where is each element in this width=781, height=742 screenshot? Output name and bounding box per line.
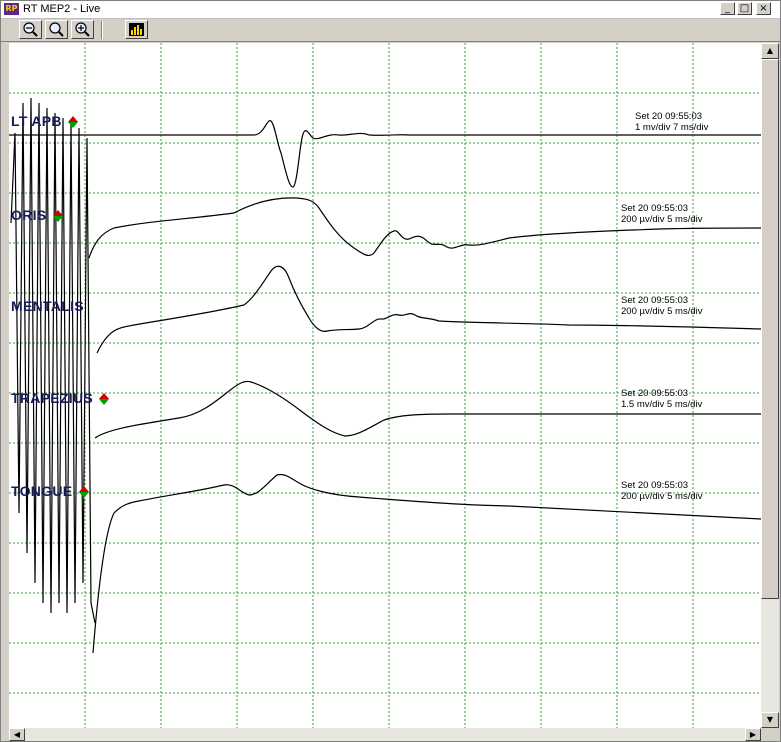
vertical-scrollbar[interactable]: ▲ ▼ xyxy=(761,43,779,728)
polarity-arrow-icon[interactable] xyxy=(52,210,63,223)
horizontal-scrollbar[interactable]: ◀ ▶ xyxy=(9,728,761,741)
scroll-thumb[interactable] xyxy=(761,59,779,599)
zoom-out-icon xyxy=(49,22,64,37)
zoom-out-button[interactable] xyxy=(45,20,68,39)
app-icon: RP xyxy=(4,3,19,15)
stimulus-artifact-trace xyxy=(10,97,96,624)
channel-scale: 1.5 mv/div 5 ms/div xyxy=(621,399,703,410)
channel-timestamp: Set 20 09:55:03 xyxy=(621,203,689,214)
channel-scale: 200 µv/div 5 ms/div xyxy=(621,491,703,502)
channel-timestamp: Set 20 09:55:03 xyxy=(635,111,703,122)
channel-info-oris: Set 20 09:55:03 200 µv/div 5 ms/div xyxy=(621,203,703,225)
maximize-button[interactable]: □ xyxy=(737,2,752,15)
traces xyxy=(9,97,761,654)
toolbar-separator xyxy=(101,21,103,39)
channel-scale: 1 mv/div 7 ms/div xyxy=(635,122,709,133)
toolbar xyxy=(1,19,780,42)
waveform-display[interactable]: LT APB Set 20 09:55:03 1 mv/div 7 ms/div… xyxy=(9,43,761,728)
channel-label-trapezius[interactable]: TRAPEZIUS xyxy=(11,390,110,406)
channel-name: TRAPEZIUS xyxy=(11,390,94,406)
title-bar[interactable]: RP RT MEP2 - Live _ □ × xyxy=(1,1,780,19)
zoom-fit-button[interactable] xyxy=(19,20,42,39)
scroll-up-button[interactable]: ▲ xyxy=(761,43,779,59)
polarity-arrow-icon[interactable] xyxy=(99,393,110,406)
channel-info-mentalis: Set 20 09:55:03 200 µv/div 5 ms/div xyxy=(621,295,703,317)
polarity-arrow-icon[interactable] xyxy=(78,486,89,499)
zoom-in-icon xyxy=(75,22,90,37)
window-title: RT MEP2 - Live xyxy=(23,3,101,15)
channel-info-lt-apb: Set 20 09:55:03 1 mv/div 7 ms/div xyxy=(635,111,708,133)
channel-label-oris[interactable]: ORIS xyxy=(11,207,63,223)
minimize-button[interactable]: _ xyxy=(720,2,735,15)
channel-scale: 200 µv/div 5 ms/div xyxy=(621,306,703,317)
polarity-arrow-icon[interactable] xyxy=(68,116,78,129)
channel-label-tongue[interactable]: TONGUE xyxy=(11,483,89,499)
scroll-down-button[interactable]: ▼ xyxy=(761,712,779,728)
channel-label-lt-apb[interactable]: LT APB xyxy=(11,113,78,129)
scroll-right-button[interactable]: ▶ xyxy=(745,728,761,741)
grid-lines xyxy=(9,43,761,728)
channel-name: LT APB xyxy=(11,113,62,129)
close-button[interactable]: × xyxy=(756,2,771,15)
channel-name: ORIS xyxy=(11,207,47,223)
channel-scale: 200 µv/div 5 ms/div xyxy=(621,214,703,225)
channel-info-trapezius: Set 20 09:55:03 1.5 mv/div 5 ms/div xyxy=(621,388,702,410)
waveform-grid xyxy=(9,43,761,728)
channel-name: TONGUE xyxy=(11,483,73,499)
channel-name: MENTALIS xyxy=(11,298,84,314)
window: RP RT MEP2 - Live _ □ × LT APB Set 20 09… xyxy=(0,0,781,742)
channel-timestamp: Set 20 09:55:03 xyxy=(621,295,689,306)
channel-info-tongue: Set 20 09:55:03 200 µv/div 5 ms/div xyxy=(621,480,703,502)
channel-timestamp: Set 20 09:55:03 xyxy=(621,388,689,399)
scroll-left-button[interactable]: ◀ xyxy=(9,728,25,741)
channel-label-mentalis[interactable]: MENTALIS xyxy=(11,298,84,314)
display-button[interactable] xyxy=(125,20,148,39)
bar-chart-icon xyxy=(129,23,144,36)
channel-timestamp: Set 20 09:55:03 xyxy=(621,480,689,491)
zoom-fit-icon xyxy=(23,22,38,37)
zoom-in-button[interactable] xyxy=(71,20,94,39)
